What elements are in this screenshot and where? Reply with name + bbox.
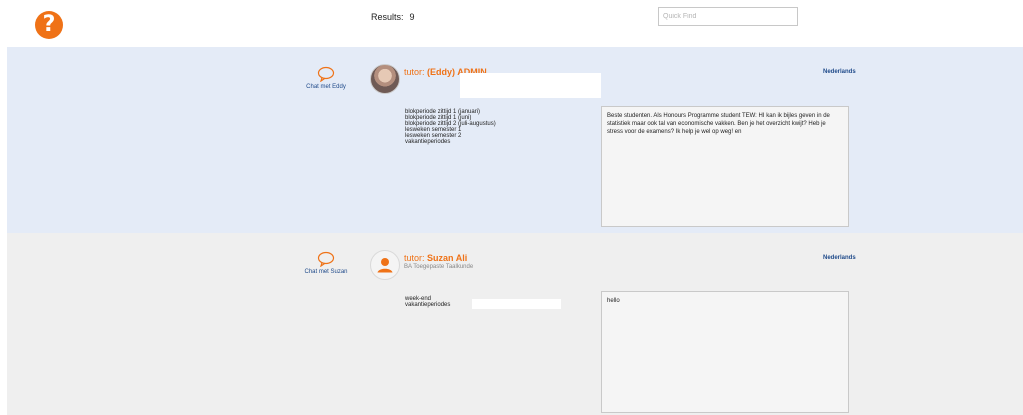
chat-button[interactable]: Chat met Eddy	[291, 66, 361, 90]
redacted-block	[460, 73, 601, 98]
language-link[interactable]: Nederlands	[823, 255, 856, 261]
availability-item: vakantieperiodes	[405, 139, 451, 145]
availability-list: week-end vakantieperiodes	[405, 296, 450, 308]
tutor-name[interactable]: tutor: Suzan Ali	[404, 253, 467, 263]
results-summary: Results: 9	[371, 12, 415, 22]
question-mark-icon[interactable]: ?	[35, 11, 63, 39]
language-link[interactable]: Nederlands	[823, 69, 856, 75]
tutor-prefix: tutor:	[404, 253, 425, 263]
chat-bubble-icon	[317, 251, 335, 267]
results-label: Results:	[371, 12, 404, 22]
quick-find-input[interactable]	[658, 7, 798, 26]
chat-bubble-icon	[317, 66, 335, 82]
tutor-prefix: tutor:	[404, 67, 425, 77]
results-count: 9	[409, 12, 415, 22]
availability-list: blokperiode zittijd 1 (januari) blokperi…	[405, 109, 496, 145]
chat-label: Chat met Suzan	[304, 269, 348, 275]
tutor-study: BA Toegepaste Taalkunde	[404, 264, 474, 270]
tutor-card: Chat met Suzan tutor: Suzan Ali BA Toege…	[7, 233, 1023, 415]
avatar	[370, 64, 400, 94]
tutor-card: Chat met Eddy tutor: (Eddy) ADMIN Nederl…	[7, 47, 1023, 233]
redacted-block	[472, 299, 561, 309]
user-silhouette-icon	[377, 258, 393, 273]
chat-button[interactable]: Chat met Suzan	[291, 251, 361, 275]
avatar	[370, 250, 400, 280]
availability-item: vakantieperiodes	[405, 302, 451, 308]
tutor-bio: hello	[601, 291, 849, 413]
top-bar: ? Results: 9	[0, 0, 1023, 47]
chat-label: Chat met Eddy	[306, 84, 346, 90]
tutor-name-text: Suzan Ali	[427, 253, 468, 263]
tutor-bio: Beste studenten. Als Honours Programme s…	[601, 106, 849, 227]
